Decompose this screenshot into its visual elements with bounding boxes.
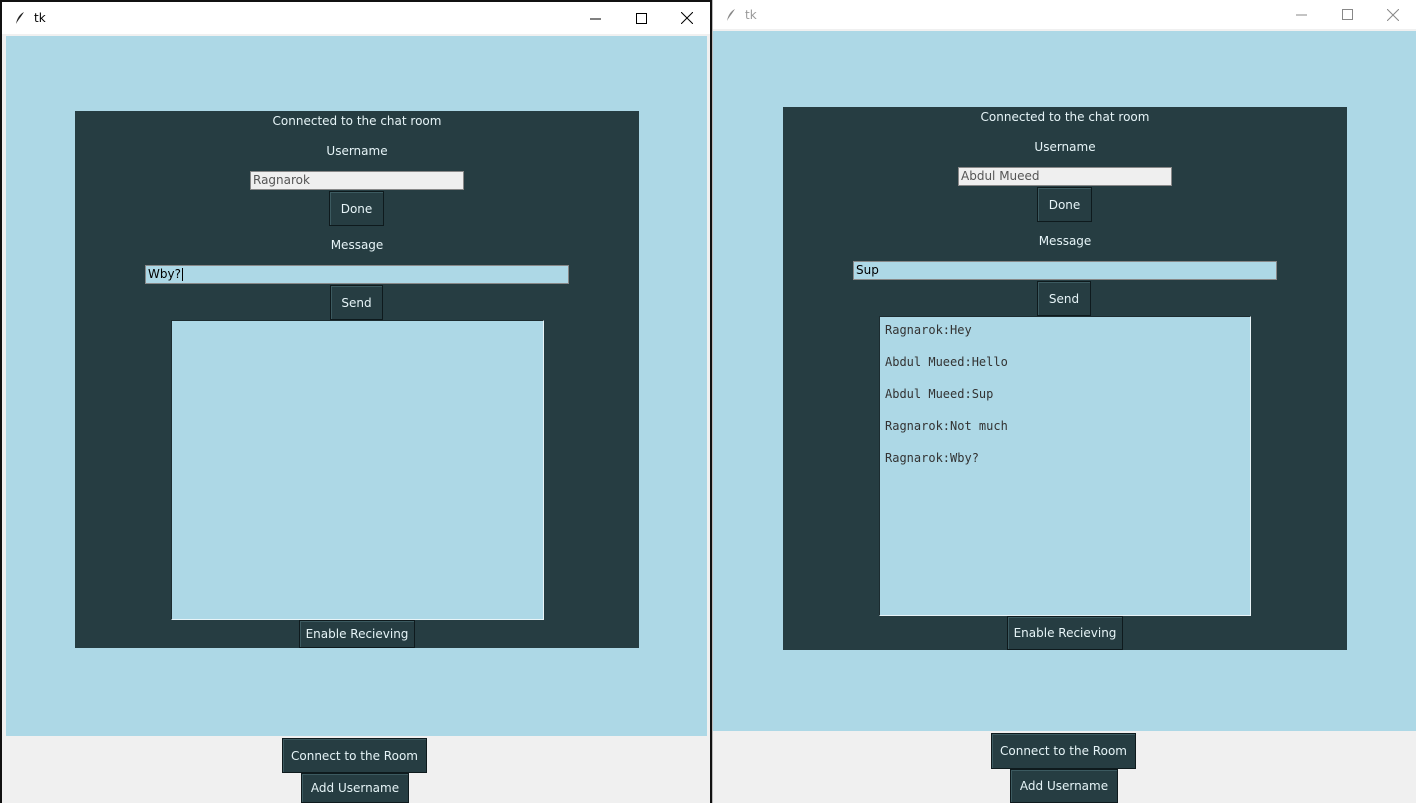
- title-bar[interactable]: tk: [2, 2, 710, 34]
- message-input[interactable]: Sup: [853, 261, 1277, 280]
- chat-panel: Connected to the chat room Username Ragn…: [75, 111, 639, 648]
- title-bar[interactable]: tk: [713, 0, 1416, 29]
- done-button[interactable]: Done: [1037, 187, 1092, 222]
- send-button[interactable]: Send: [330, 285, 383, 320]
- message-label: Message: [1038, 234, 1092, 248]
- text-cursor: [181, 268, 183, 281]
- chat-messages-box[interactable]: [171, 320, 544, 620]
- status-label: Connected to the chat room: [980, 110, 1150, 124]
- username-input[interactable]: Abdul Mueed: [958, 167, 1172, 186]
- username-label: Username: [1034, 140, 1096, 154]
- chat-window-right: tk Connected to the chat room Username A…: [712, 0, 1416, 803]
- username-label: Username: [326, 144, 388, 158]
- chat-message: Abdul Mueed:Sup: [885, 387, 994, 401]
- enable-receiving-button[interactable]: Enable Recieving: [299, 620, 415, 648]
- enable-receiving-button[interactable]: Enable Recieving: [1007, 616, 1123, 650]
- window-title: tk: [34, 11, 46, 25]
- done-button[interactable]: Done: [329, 191, 384, 226]
- chat-message: Ragnarok:Wby?: [885, 451, 979, 465]
- send-button[interactable]: Send: [1037, 281, 1091, 316]
- message-input[interactable]: Wby?: [145, 265, 569, 284]
- window-title: tk: [745, 7, 757, 22]
- maximize-icon[interactable]: [1324, 0, 1370, 29]
- chat-message: Ragnarok:Hey: [885, 323, 972, 337]
- message-label: Message: [330, 238, 384, 252]
- chat-message: Ragnarok:Not much: [885, 419, 1008, 433]
- chat-panel: Connected to the chat room Username Abdu…: [783, 107, 1347, 650]
- username-input[interactable]: Ragnarok: [250, 171, 464, 190]
- canvas-area: Connected to the chat room Username Abdu…: [713, 31, 1416, 731]
- maximize-icon[interactable]: [618, 2, 664, 34]
- connect-room-button[interactable]: Connect to the Room: [282, 738, 427, 773]
- status-label: Connected to the chat room: [272, 114, 442, 128]
- minimize-icon[interactable]: [1278, 0, 1324, 29]
- message-value: Wby?: [148, 267, 181, 281]
- tk-feather-icon: [12, 10, 28, 26]
- chat-window-left: tk Connected to the chat room Username R…: [0, 0, 712, 803]
- close-icon[interactable]: [1370, 0, 1416, 29]
- add-username-button[interactable]: Add Username: [301, 773, 409, 803]
- add-username-button[interactable]: Add Username: [1010, 769, 1118, 803]
- chat-messages-box[interactable]: Ragnarok:Hey Abdul Mueed:Hello Abdul Mue…: [879, 316, 1251, 616]
- canvas-area: Connected to the chat room Username Ragn…: [6, 36, 707, 736]
- chat-message: Abdul Mueed:Hello: [885, 355, 1008, 369]
- message-value: Sup: [856, 263, 879, 277]
- username-value: Ragnarok: [253, 173, 310, 187]
- connect-room-button[interactable]: Connect to the Room: [991, 733, 1136, 769]
- minimize-icon[interactable]: [572, 2, 618, 34]
- tk-feather-icon: [723, 7, 739, 23]
- close-icon[interactable]: [664, 2, 710, 34]
- username-value: Abdul Mueed: [961, 169, 1040, 183]
